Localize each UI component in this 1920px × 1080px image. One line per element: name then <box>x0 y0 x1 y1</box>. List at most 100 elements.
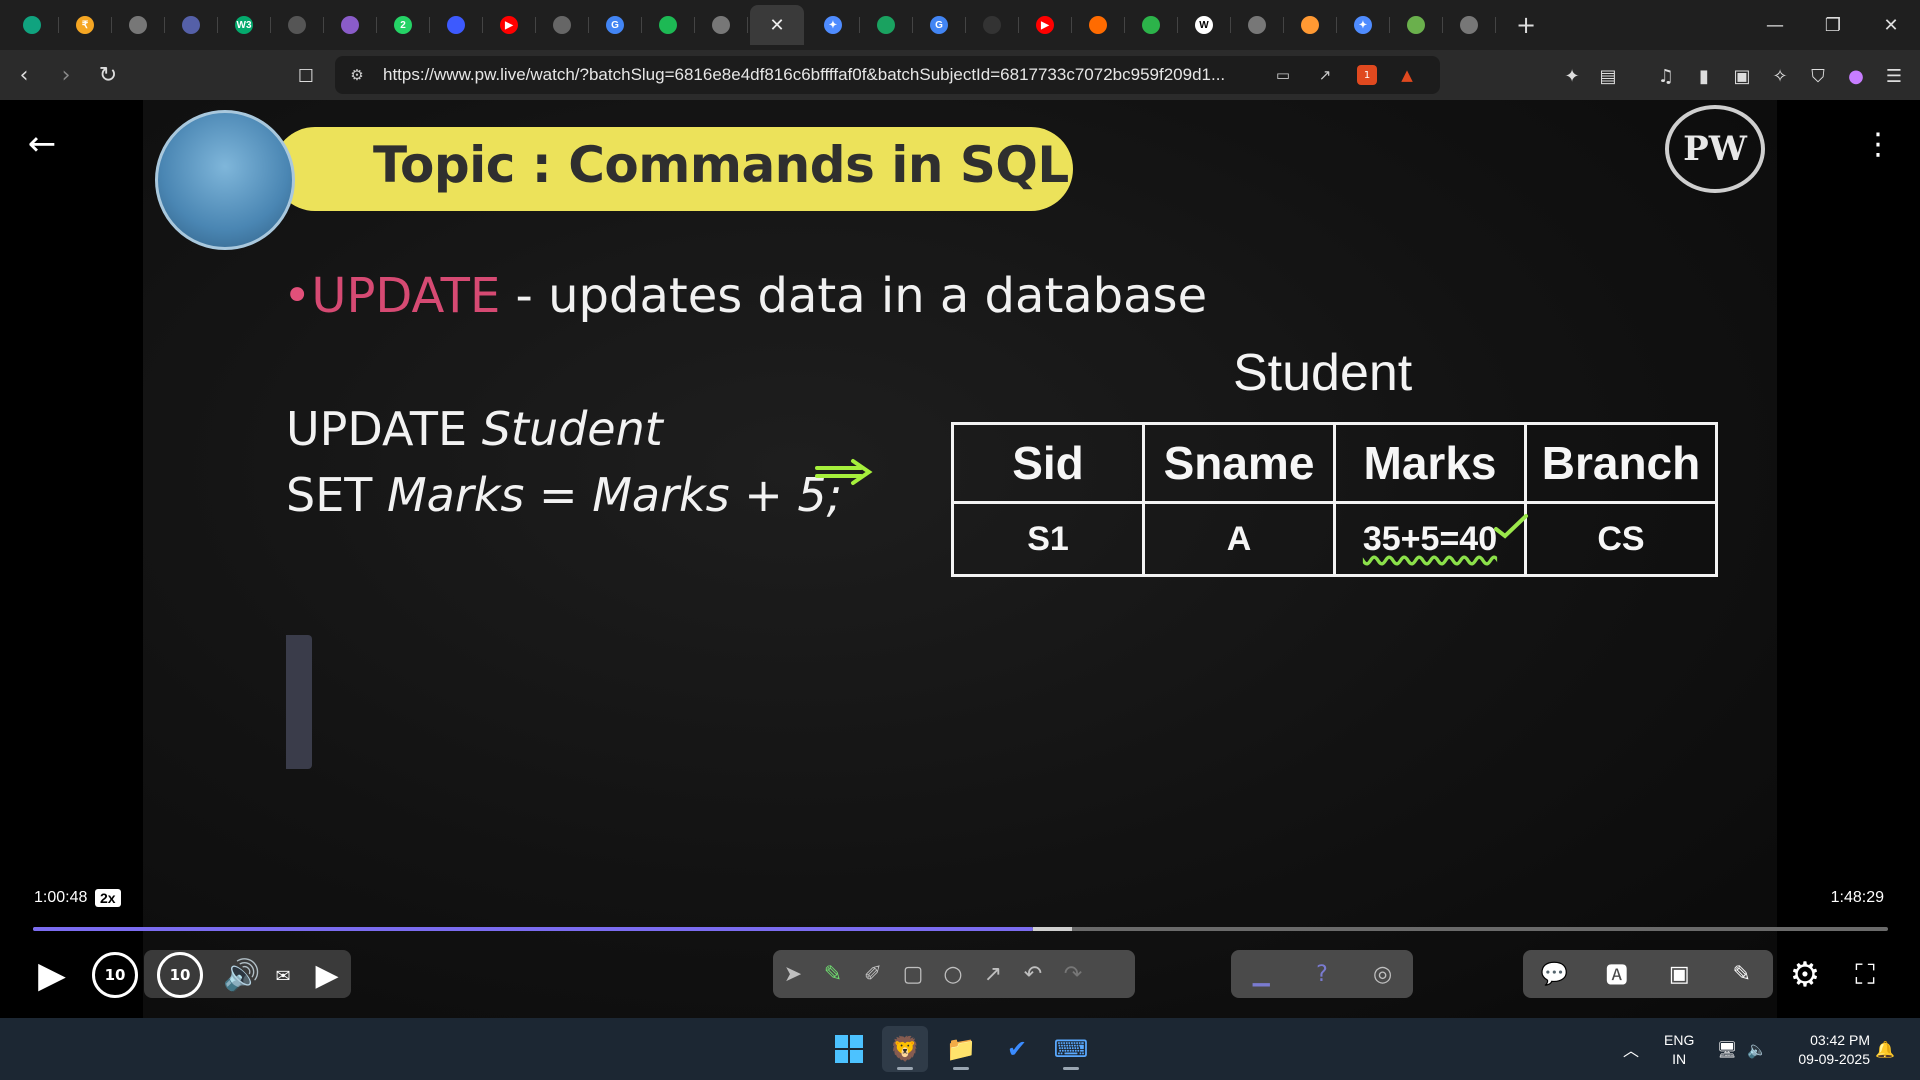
browser-tab[interactable]: 2 <box>379 5 430 45</box>
video-player[interactable]: Topic : Commands in SQL PW •UPDATE - upd… <box>143 100 1777 1018</box>
browser-tab[interactable]: ✦ <box>809 5 860 45</box>
back-icon[interactable]: ‹ <box>6 57 42 93</box>
app-icon <box>553 16 571 34</box>
browser-tab[interactable]: G <box>915 5 966 45</box>
back-arrow-icon[interactable]: ← <box>20 124 64 164</box>
browser-tab[interactable]: ₹ <box>61 5 112 45</box>
url-text[interactable]: https://www.pw.live/watch/?batchSlug=681… <box>383 65 1313 85</box>
todo-icon[interactable]: ✔ <box>994 1026 1040 1072</box>
browser-tab[interactable] <box>697 5 748 45</box>
more-options-icon[interactable]: ⋮ <box>1862 124 1894 164</box>
cast-icon[interactable]: ▭ <box>1273 65 1293 85</box>
network-icon[interactable]: 🖥 <box>1714 1036 1740 1062</box>
bullet-keyword: UPDATE <box>311 268 501 324</box>
side-panel-tab[interactable] <box>286 635 312 769</box>
share-icon[interactable]: ↗ <box>1315 65 1335 85</box>
vpn-icon[interactable]: ⛉ <box>1806 64 1830 88</box>
video-list-icon[interactable]: ▣ <box>1659 954 1699 994</box>
browser-tab[interactable] <box>432 5 483 45</box>
restore-icon[interactable]: ❐ <box>1804 0 1862 50</box>
close-window-icon[interactable]: ✕ <box>1862 0 1920 50</box>
browser-tab[interactable] <box>1233 5 1284 45</box>
leo-ai-icon[interactable]: ✧ <box>1768 64 1792 88</box>
notification-bell-icon[interactable]: ✉ <box>268 956 298 996</box>
browser-tab[interactable] <box>1286 5 1337 45</box>
browser-tab[interactable]: G <box>591 5 642 45</box>
question-icon[interactable]: ? <box>1302 954 1342 994</box>
circle-tool-icon[interactable]: ○ <box>933 954 973 994</box>
wallet-icon[interactable]: ▣ <box>1730 64 1754 88</box>
media-icon[interactable]: ♫ <box>1654 64 1678 88</box>
progress-bar[interactable] <box>33 927 1888 931</box>
table-row: S1 A 35+5=40 CS <box>951 501 1718 577</box>
language-indicator[interactable]: ENG IN <box>1664 1031 1694 1069</box>
chat-icon[interactable]: 💬 <box>1534 954 1574 994</box>
brave-browser-icon[interactable]: 🦁 <box>882 1026 928 1072</box>
rewind-10-icon[interactable]: 10 <box>92 952 138 998</box>
pen-tool-icon[interactable]: ✎ <box>813 954 853 994</box>
browser-tab[interactable]: ✕ <box>750 5 804 45</box>
sidebar-icon[interactable]: ▮ <box>1692 64 1716 88</box>
profile-icon[interactable]: ● <box>1844 64 1868 88</box>
browser-tab[interactable]: W <box>1180 5 1231 45</box>
browser-tab[interactable] <box>167 5 218 45</box>
forward-10-icon[interactable]: 10 <box>157 952 203 998</box>
sql-keyword-set: SET <box>286 468 387 522</box>
brave-shields-icon[interactable]: 1 <box>1357 65 1377 85</box>
volume-icon[interactable]: 🔊 <box>220 952 264 998</box>
spotify-icon <box>659 16 677 34</box>
undo-icon[interactable]: ↶ <box>1013 954 1053 994</box>
file-explorer-icon[interactable]: 📁 <box>938 1026 984 1072</box>
browser-tab[interactable] <box>8 5 59 45</box>
browser-tab[interactable]: W3 <box>220 5 271 45</box>
browser-tab[interactable] <box>968 5 1019 45</box>
browser-tab[interactable] <box>114 5 165 45</box>
browser-tab[interactable] <box>1392 5 1443 45</box>
browser-tab[interactable] <box>1074 5 1125 45</box>
brave-rewards-icon[interactable]: ▲ <box>1397 65 1417 85</box>
highlighter-tool-icon[interactable]: ✐ <box>853 954 893 994</box>
address-bar[interactable]: ⚙ https://www.pw.live/watch/?batchSlug=6… <box>335 56 1440 94</box>
browser-tab[interactable] <box>1127 5 1178 45</box>
system-clock[interactable]: 03:42 PM 09-09-2025 <box>1798 1031 1870 1069</box>
start-windows-icon[interactable] <box>826 1026 872 1072</box>
next-icon[interactable]: ▶ <box>310 952 344 998</box>
browser-tab[interactable]: ✦ <box>1339 5 1390 45</box>
arrow-tool-icon[interactable]: ↗ <box>973 954 1013 994</box>
show-hidden-icons-icon[interactable]: ︿ <box>1618 1036 1644 1062</box>
redo-icon[interactable]: ↷ <box>1053 954 1093 994</box>
rectangle-tool-icon[interactable]: ▢ <box>893 954 933 994</box>
fullscreen-icon[interactable]: ⛶ <box>1842 952 1888 998</box>
menu-icon[interactable]: ☰ <box>1882 64 1906 88</box>
play-icon[interactable]: ▶ <box>30 952 74 998</box>
keyboard-app-icon[interactable]: ⌨ <box>1048 1026 1094 1072</box>
playback-speed-badge[interactable]: 2x <box>95 889 121 907</box>
translate-icon[interactable]: 🅰 <box>1597 954 1637 994</box>
sql-column-right: Marks <box>592 468 730 522</box>
notifications-bell-icon[interactable]: 🔔 <box>1872 1036 1898 1062</box>
stats-icon[interactable]: ▁ <box>1241 954 1281 994</box>
bookmark-icon[interactable]: ☐ <box>294 64 318 88</box>
browser-tab[interactable] <box>538 5 589 45</box>
forward-icon[interactable]: › <box>48 57 84 93</box>
mascot-image <box>155 110 295 250</box>
browser-tab[interactable] <box>326 5 377 45</box>
new-tab-button[interactable]: + <box>1506 11 1546 39</box>
browser-tab[interactable]: ▶ <box>485 5 536 45</box>
pointer-tool-icon[interactable]: ➤ <box>773 954 813 994</box>
notes-icon[interactable]: ✎ <box>1722 954 1762 994</box>
browser-tab[interactable] <box>862 5 913 45</box>
gemini-icon: ✦ <box>1354 16 1372 34</box>
browser-tab[interactable]: ▶ <box>1021 5 1072 45</box>
browser-tab[interactable] <box>273 5 324 45</box>
extensions-icon[interactable]: ✦ <box>1560 64 1584 88</box>
minimize-icon[interactable]: — <box>1746 0 1804 50</box>
reader-icon[interactable]: ▤ <box>1596 64 1620 88</box>
browser-tab[interactable] <box>1445 5 1496 45</box>
reload-icon[interactable]: ↻ <box>90 57 126 93</box>
video-chat-icon[interactable]: ◎ <box>1363 954 1403 994</box>
site-settings-icon[interactable]: ⚙ <box>347 65 367 85</box>
browser-tab[interactable] <box>644 5 695 45</box>
speaker-icon[interactable]: 🔈 <box>1744 1036 1770 1062</box>
settings-gear-icon[interactable]: ⚙ <box>1782 952 1828 998</box>
